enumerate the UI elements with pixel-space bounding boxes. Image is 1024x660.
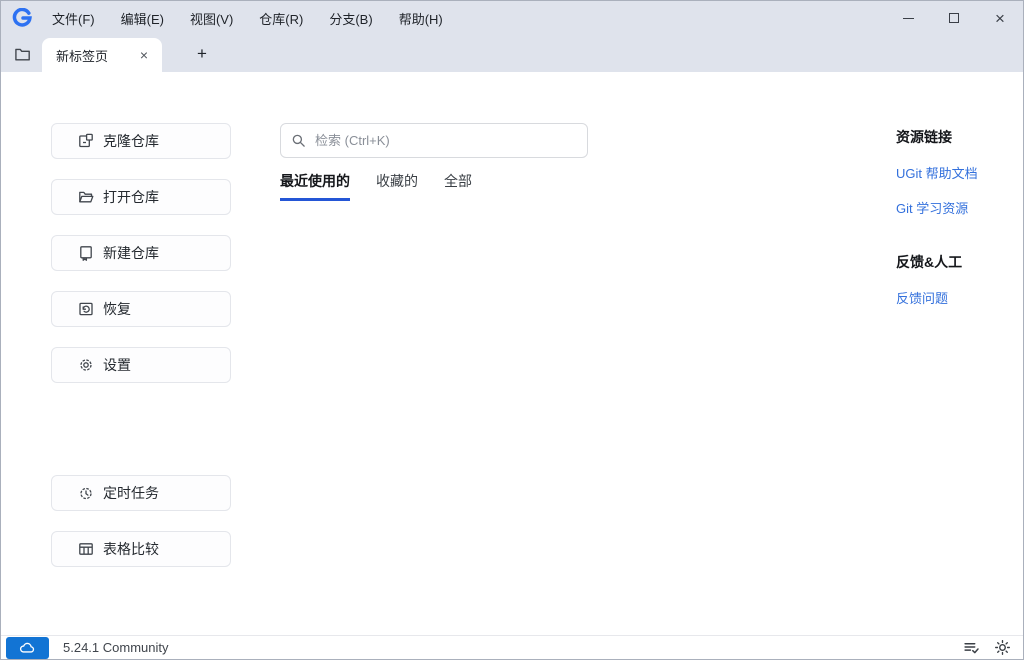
main-content: 克隆仓库 打开仓库 新建仓库 恢复 设置 定时任务 表格比较 检索 (Ctrl+… xyxy=(1,72,1023,635)
repo-list-button[interactable] xyxy=(9,41,35,67)
tab-favorites[interactable]: 收藏的 xyxy=(376,171,418,201)
tab-close-icon[interactable]: × xyxy=(136,46,152,64)
feedback-heading: 反馈&人工 xyxy=(896,254,963,270)
titlebar: 文件(F) 编辑(E) 视图(V) 仓库(R) 分支(B) 帮助(H) × xyxy=(1,1,1023,35)
button-label: 设置 xyxy=(103,357,131,373)
sidebar: 克隆仓库 打开仓库 新建仓库 恢复 设置 定时任务 表格比较 xyxy=(51,123,231,587)
tab-title: 新标签页 xyxy=(56,48,109,64)
close-icon: × xyxy=(995,8,1005,28)
maximize-icon xyxy=(949,13,959,23)
minimize-icon xyxy=(902,17,914,19)
menu-view[interactable]: 视图(V) xyxy=(177,1,246,35)
tab-all[interactable]: 全部 xyxy=(444,171,472,201)
clone-repo-icon xyxy=(79,133,93,148)
new-repo-icon xyxy=(80,246,92,261)
new-tab-button[interactable]: + xyxy=(190,41,214,65)
version-label: 5.24.1 Community xyxy=(63,640,169,655)
tabbar: 新标签页 × + xyxy=(1,35,1023,72)
search-icon xyxy=(292,134,305,147)
menu-help[interactable]: 帮助(H) xyxy=(386,1,456,35)
theme-toggle-button[interactable] xyxy=(994,639,1011,656)
folder-icon xyxy=(14,48,30,61)
cloud-sync-button[interactable] xyxy=(6,636,49,659)
settings-button[interactable]: 设置 xyxy=(51,347,231,383)
window-controls: × xyxy=(885,1,1023,35)
clone-repo-button[interactable]: 克隆仓库 xyxy=(51,123,231,159)
new-repo-button[interactable]: 新建仓库 xyxy=(51,235,231,271)
scheduled-task-icon xyxy=(80,487,92,500)
link-feedback-issue[interactable]: 反馈问题 xyxy=(896,288,1021,307)
resource-links-heading: 资源链接 xyxy=(896,129,952,145)
link-git-learning[interactable]: Git 学习资源 xyxy=(896,198,1021,217)
menu-file[interactable]: 文件(F) xyxy=(39,1,108,35)
search-input[interactable] xyxy=(313,132,577,149)
cloud-icon xyxy=(19,642,35,653)
statusbar: 5.24.1 Community xyxy=(1,635,1023,659)
table-compare-button[interactable]: 表格比较 xyxy=(51,531,231,567)
button-label: 打开仓库 xyxy=(103,189,159,205)
menu-repo[interactable]: 仓库(R) xyxy=(246,1,316,35)
app-window: 文件(F) 编辑(E) 视图(V) 仓库(R) 分支(B) 帮助(H) × 新标… xyxy=(0,0,1024,660)
gear-icon xyxy=(80,359,92,371)
minimize-button[interactable] xyxy=(885,1,931,35)
tab-new-page[interactable]: 新标签页 × xyxy=(42,38,162,72)
button-label: 新建仓库 xyxy=(103,245,159,261)
scheduled-task-button[interactable]: 定时任务 xyxy=(51,475,231,511)
open-repo-icon xyxy=(79,191,94,203)
table-compare-icon xyxy=(79,543,93,555)
button-label: 克隆仓库 xyxy=(103,133,159,149)
activity-log-icon xyxy=(964,643,979,654)
close-button[interactable]: × xyxy=(977,1,1023,35)
status-icons xyxy=(963,639,1011,656)
button-label: 定时任务 xyxy=(103,485,159,501)
app-logo-icon xyxy=(11,7,33,29)
activity-log-button[interactable] xyxy=(963,639,980,656)
menu-edit[interactable]: 编辑(E) xyxy=(108,1,177,35)
filter-tabs: 最近使用的 收藏的 全部 xyxy=(280,171,588,201)
restore-icon xyxy=(79,302,93,316)
menu-branch[interactable]: 分支(B) xyxy=(316,1,385,35)
tab-recently-used[interactable]: 最近使用的 xyxy=(280,171,350,201)
open-repo-button[interactable]: 打开仓库 xyxy=(51,179,231,215)
links-panel: 资源链接 UGit 帮助文档 Git 学习资源 反馈&人工 反馈问题 xyxy=(896,120,1021,307)
maximize-button[interactable] xyxy=(931,1,977,35)
search-box[interactable] xyxy=(280,123,588,158)
repo-browser: 最近使用的 收藏的 全部 xyxy=(280,123,588,201)
link-ugit-help-doc[interactable]: UGit 帮助文档 xyxy=(896,163,1021,182)
restore-button[interactable]: 恢复 xyxy=(51,291,231,327)
button-label: 表格比较 xyxy=(103,541,159,557)
theme-icon xyxy=(995,640,1010,655)
button-label: 恢复 xyxy=(103,301,131,317)
